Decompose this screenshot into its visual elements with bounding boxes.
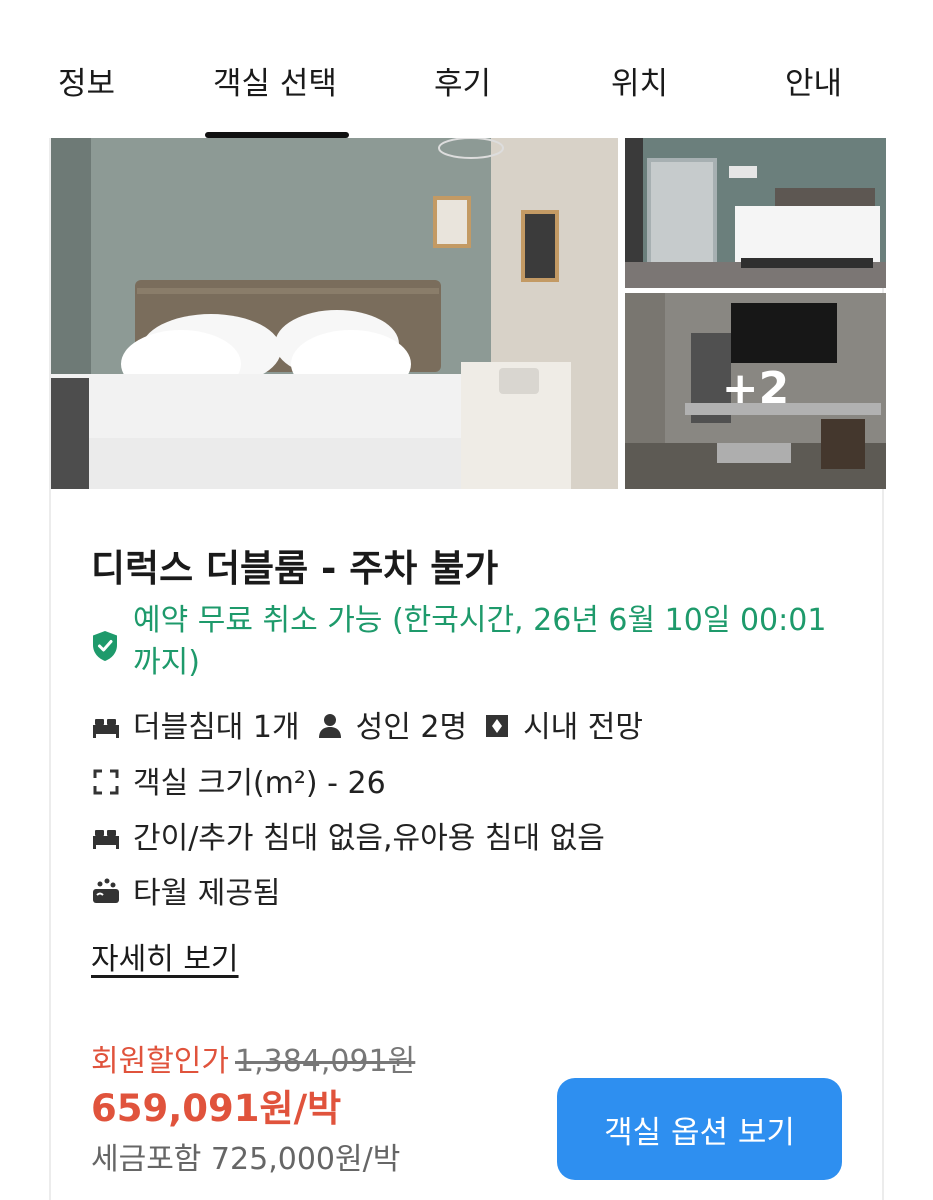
shield-check-icon [93,631,117,661]
tab-bar: 정보 객실 선택 후기 위치 안내 [0,0,933,138]
member-discount-label: 회원할인가 [91,1044,229,1079]
room-title: 디럭스 더블룸 - 주차 불가 [91,547,499,590]
person-icon [318,714,341,738]
tab-info[interactable]: 정보 [58,58,115,103]
cancellation-text: 예약 무료 취소 가능 (한국시간, 26년 6월 10일 00:01까지) [133,603,827,680]
tab-reviews[interactable]: 후기 [434,58,491,103]
feature-row-extra-bed: 간이/추가 침대 없음,유아용 침대 없음 [91,813,605,856]
guest-info: 성인 2명 [355,710,468,745]
tab-room-select[interactable]: 객실 선택 [213,58,337,103]
tab-location[interactable]: 위치 [611,58,668,103]
extra-bed-icon [93,830,119,849]
view-info: 시내 전망 [523,710,643,745]
extra-bed-info: 간이/추가 침대 없음,유아용 침대 없음 [133,821,605,856]
tab-guide[interactable]: 안내 [785,58,842,103]
towel-icon [93,878,119,903]
bed-icon [93,719,119,738]
member-discount-row: 회원할인가 1,384,091원 [91,1036,415,1080]
original-price: 1,384,091원 [235,1044,416,1079]
view-details-link[interactable]: 자세히 보기 [91,934,239,978]
feature-row-size: 객실 크기(m²) - 26 [91,758,386,801]
room-card: +2 디럭스 더블룸 - 주차 불가 예약 무료 취소 가능 (한국시간, 26… [49,138,886,1200]
room-photo-2[interactable] [625,138,886,288]
feature-row-bed-guests-view: 더블침대 1개 성인 2명 시내 전망 [91,702,655,745]
tax-included-price: 세금포함 725,000원/박 [91,1142,401,1177]
towel-info: 타월 제공됨 [133,876,281,911]
size-info: 객실 크기(m²) - 26 [133,766,386,801]
view-icon [486,715,509,737]
more-photos-count: +2 [721,363,790,414]
discount-price: 659,091원/박 [91,1087,342,1130]
room-photo-illustration [625,138,886,288]
view-room-options-button[interactable]: 객실 옵션 보기 [557,1078,842,1180]
room-photo-main[interactable] [51,138,618,489]
size-icon [93,769,119,795]
bed-info: 더블침대 1개 [133,710,300,745]
room-photo-3-more[interactable]: +2 [625,293,886,489]
bed-photo-illustration [51,138,618,489]
feature-row-towel: 타월 제공됨 [91,868,281,911]
